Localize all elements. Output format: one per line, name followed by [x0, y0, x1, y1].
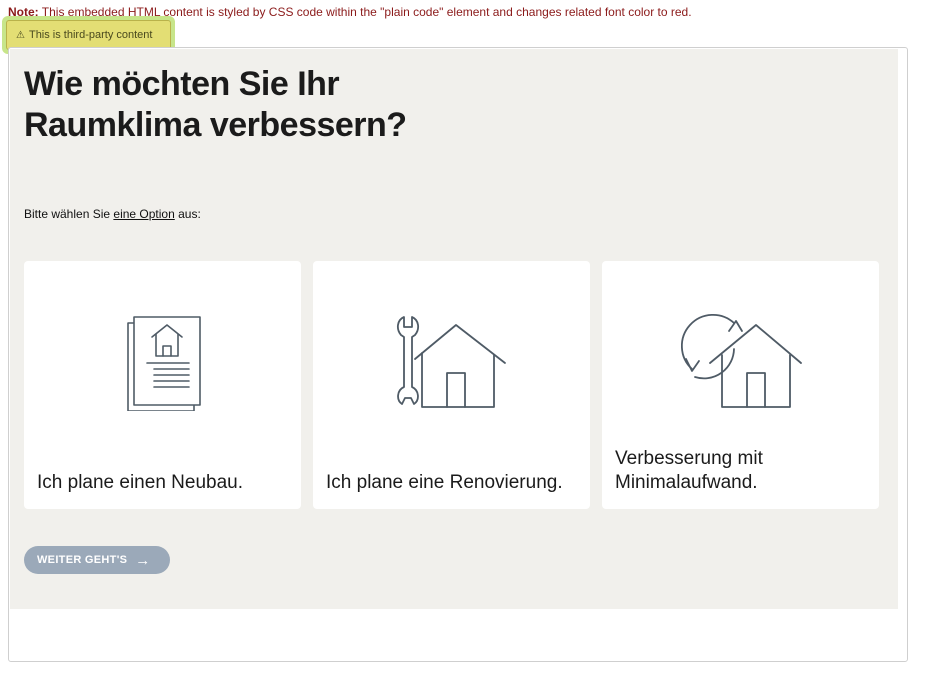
arrow-right-icon: → [135, 551, 151, 569]
option-card-renovierung[interactable]: Ich plane eine Renovierung. [313, 261, 590, 509]
intro-text: Bitte wählen Sie eine Option aus: [24, 207, 201, 221]
title-line-2: Raumklima verbessern? [24, 106, 407, 144]
option-label: Ich plane einen Neubau. [37, 472, 243, 493]
refresh-house-icon [680, 313, 802, 408]
option-label: Verbesserung mit Minimalaufwand. [615, 448, 763, 493]
intro-before: Bitte wählen Sie [24, 207, 114, 221]
quiz-panel: Wie möchten Sie Ihr Raumklima verbessern… [10, 49, 898, 609]
badge-text: This is third-party content [28, 29, 153, 41]
intro-link: eine Option [113, 207, 175, 221]
embedded-frame: Wie möchten Sie Ihr Raumklima verbessern… [8, 47, 908, 662]
warning-icon: ⚠ [16, 29, 25, 41]
third-party-badge: ⚠ This is third-party content [6, 20, 171, 50]
next-button-label: WEITER GEHT'S [37, 554, 128, 566]
option-card-neubau[interactable]: Ich plane einen Neubau. [24, 261, 301, 509]
next-button[interactable]: WEITER GEHT'S → [24, 546, 170, 574]
option-card-minimal[interactable]: Verbesserung mit Minimalaufwand. [602, 261, 879, 509]
wrench-house-icon [397, 316, 506, 408]
intro-after: aus: [174, 207, 201, 221]
page-title: Wie möchten Sie Ihr Raumklima verbessern… [24, 64, 544, 146]
house-document-icon [127, 316, 201, 411]
option-label: Ich plane eine Renovierung. [326, 472, 563, 493]
title-line-1: Wie möchten Sie Ihr [24, 65, 340, 103]
